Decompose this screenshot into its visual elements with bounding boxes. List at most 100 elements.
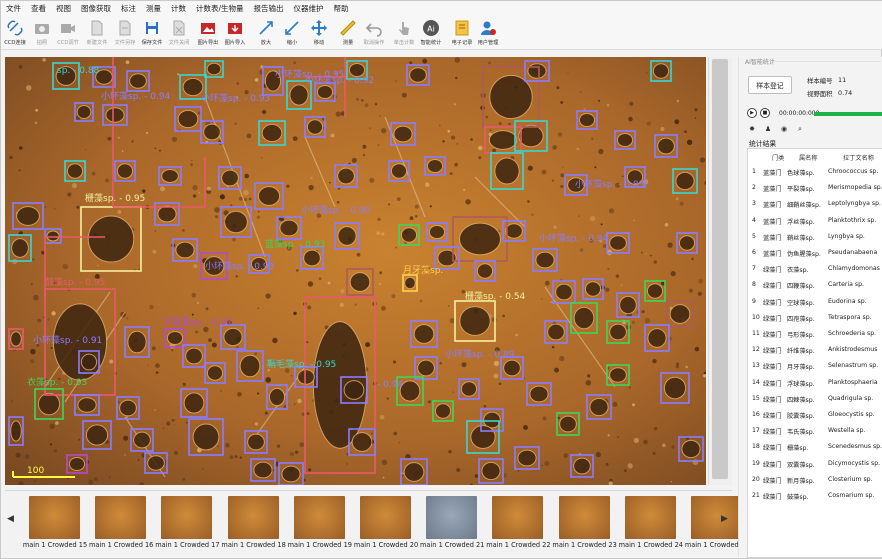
magnifier-icon[interactable]: ⌕ [795, 124, 805, 134]
particle [235, 275, 238, 278]
sample-register-button[interactable]: 样本登记 [748, 76, 792, 94]
stats-table-row[interactable]: 13 绿藻门 月牙藻sp. Selenastrum sp. [748, 358, 882, 374]
toolbar-button-9[interactable]: 放大 [252, 16, 280, 50]
particle [589, 215, 596, 222]
stats-table-row[interactable]: 14 绿藻门 浮球藻sp. Planktosphaeria [748, 375, 882, 391]
toolbar-button-6[interactable]: 文件关闭 [165, 16, 193, 50]
particle [381, 232, 385, 236]
stats-table-row[interactable]: 17 绿藻门 韦氏藻sp. Westella sp. [748, 423, 882, 439]
thumbnail-image [492, 496, 544, 539]
toolbar-button-16[interactable]: 电子记录 [448, 16, 476, 50]
particle [679, 201, 684, 206]
thumbnail-item[interactable]: main 1 Crowded 16 [89, 494, 153, 549]
menu-view[interactable]: 查看 [26, 3, 51, 14]
stats-table-row[interactable]: 18 绿藻门 栅藻sp. Scenedesmus sp. [748, 439, 882, 455]
stop-icon[interactable]: ■ [760, 108, 770, 118]
thumb-prev-icon[interactable]: ◀ [7, 514, 14, 524]
thumb-next-icon[interactable]: ▶ [721, 514, 728, 524]
detection-label: 衣藻sp. - 0.93 [27, 376, 87, 388]
particle [293, 61, 296, 65]
row-index: 4 [752, 216, 756, 224]
toolbar-button-1[interactable]: 拍照 [28, 16, 56, 50]
stats-table-row[interactable]: 19 绿藻门 双囊藻sp. Dicymocystis sp. [748, 456, 882, 472]
thumbnail-item[interactable]: main 1 Crowded 22 [486, 494, 551, 549]
stats-table-row[interactable]: 3 蓝藻门 细鞘丝藻sp. Leptolyngbya sp. [748, 196, 882, 212]
stats-table-row[interactable]: 20 绿藻门 新月藻sp. Closterium sp. [748, 472, 882, 488]
toolbar-button-8[interactable]: 图片导入 [221, 16, 249, 50]
toolbar-button-15[interactable]: Ai 智能统计 [417, 16, 445, 50]
play-icon[interactable]: ▶ [747, 108, 757, 118]
row-phylum: 绿藻门 [763, 315, 782, 323]
stats-table-row[interactable]: 8 绿藻门 四鞭藻sp. Carteria sp. [748, 277, 882, 293]
microscope-image-viewer[interactable]: sp. - 0.88 小环藻sp. - 0.94 小环藻sp. - 0.93 小环藻s… [5, 57, 706, 485]
thumbnail-item[interactable]: main 1 Crowded 23 [552, 494, 617, 549]
row-index: 10 [752, 313, 760, 321]
stats-table-row[interactable]: 5 蓝藻门 鞘丝藻sp. Lyngbya sp. [748, 229, 882, 245]
particle [310, 176, 313, 179]
particle [88, 479, 94, 485]
thumbnail-item[interactable]: main 1 Crowded 17 [155, 494, 220, 549]
thumbnail-item[interactable]: main 1 Crowded 21 [420, 494, 484, 549]
menu-count-table[interactable]: 计数表/生物量 [191, 3, 249, 14]
particle [162, 427, 165, 430]
row-genus: 空球藻sp. [787, 299, 815, 307]
toolbar-button-7[interactable]: 图片导出 [194, 16, 222, 50]
thumbnail-item[interactable]: main 1 Crowded 20 [354, 494, 418, 549]
toolbar-button-4[interactable]: 文件另存 [111, 16, 139, 50]
menu-count[interactable]: 计数 [166, 3, 191, 14]
stats-table-row[interactable]: 9 绿藻门 空球藻sp. Eudorina sp. [748, 294, 882, 310]
toolbar-button-0[interactable]: CCD连接 [1, 16, 29, 50]
stats-table-row[interactable]: 4 蓝藻门 浮丝藻sp. Planktothrix sp. [748, 213, 882, 229]
menu-window[interactable]: 视图 [51, 3, 76, 14]
stats-table-row[interactable]: 16 绿藻门 胶囊藻sp. Gloeocystis sp. [748, 407, 882, 423]
row-phylum: 绿藻门 [763, 267, 782, 275]
toolbar-button-label: 用户管理 [477, 40, 499, 46]
toolbar-button-11[interactable]: 移动 [305, 16, 333, 50]
menu-measure[interactable]: 测量 [141, 3, 166, 14]
row-genus: 四棘藻sp. [787, 396, 815, 404]
toolbar-button-12[interactable]: 测量 [334, 16, 362, 50]
stats-table-row[interactable]: 6 蓝藻门 伪鱼腥藻sp. Pseudanabaena [748, 245, 882, 261]
menu-image-acquire[interactable]: 图像获取 [76, 3, 116, 14]
toolbar-button-14[interactable]: 单击计数 [390, 16, 418, 50]
menu-file[interactable]: 文件 [1, 3, 26, 14]
row-phylum: 绿藻门 [763, 396, 782, 404]
stats-table-row[interactable]: 21 绿藻门 鼓藻sp. Cosmarium sp. [748, 488, 882, 504]
viewer-scrollbar[interactable] [708, 57, 732, 485]
person-icon[interactable]: ♟ [763, 124, 773, 134]
menu-annotate[interactable]: 标注 [116, 3, 141, 14]
thumbnail-item[interactable]: main 1 Crowded 15 [23, 494, 87, 549]
thumbnail-image [426, 496, 478, 539]
particle [290, 374, 293, 377]
thumbnail-item[interactable]: main 1 Crowded 24 [619, 494, 683, 549]
stats-table-row[interactable]: 10 绿藻门 四孢藻sp. Tetraspora sp. [748, 310, 882, 326]
stats-table-row[interactable]: 7 绿藻门 衣藻sp. Chlamydomonas [748, 261, 882, 277]
stats-table-row[interactable]: 12 绿藻门 纤维藻sp. Ankistrodesmus [748, 342, 882, 358]
stats-table-row[interactable]: 15 绿藻门 四棘藻sp. Quadrigula sp. [748, 391, 882, 407]
thumbnail-item[interactable]: main 1 Crowded 18 [221, 494, 286, 549]
menu-report[interactable]: 报告输出 [249, 3, 289, 14]
stats-table-row[interactable]: 1 蓝藻门 色球藻sp. Chroococcus sp. [748, 164, 882, 180]
toolbar-button-10[interactable]: 缩小 [278, 16, 306, 50]
stats-table-row[interactable]: 2 蓝藻门 平裂藻sp. Merismopedia sp. [748, 180, 882, 196]
toolbar-button-2[interactable]: CCD调节 [54, 16, 82, 50]
particle [483, 404, 487, 408]
particle [594, 166, 597, 169]
algae-cell [403, 462, 425, 482]
stats-table-row[interactable]: 11 绿藻门 弓形藻sp. Schroederia sp. [748, 326, 882, 342]
toolbar-button-17[interactable]: 用户管理 [474, 16, 502, 50]
particle [254, 352, 258, 356]
menu-help[interactable]: 帮助 [329, 3, 354, 14]
particle [409, 216, 414, 221]
particle [166, 421, 171, 426]
record-icon[interactable]: ◉ [779, 124, 789, 134]
target-icon[interactable]: ✸ [747, 124, 757, 134]
row-index: 21 [752, 492, 760, 499]
toolbar-button-5[interactable]: 保存文件 [138, 16, 166, 50]
particle [192, 185, 198, 191]
toolbar-button-13[interactable]: 取消操作 [360, 16, 388, 50]
thumbnail-item[interactable]: main 1 Crowded 19 [288, 494, 352, 549]
toolbar-button-3[interactable]: 新建文件 [83, 16, 111, 50]
menu-maintenance[interactable]: 仪器维护 [289, 3, 329, 14]
scrollbar-thumb[interactable] [712, 59, 728, 479]
